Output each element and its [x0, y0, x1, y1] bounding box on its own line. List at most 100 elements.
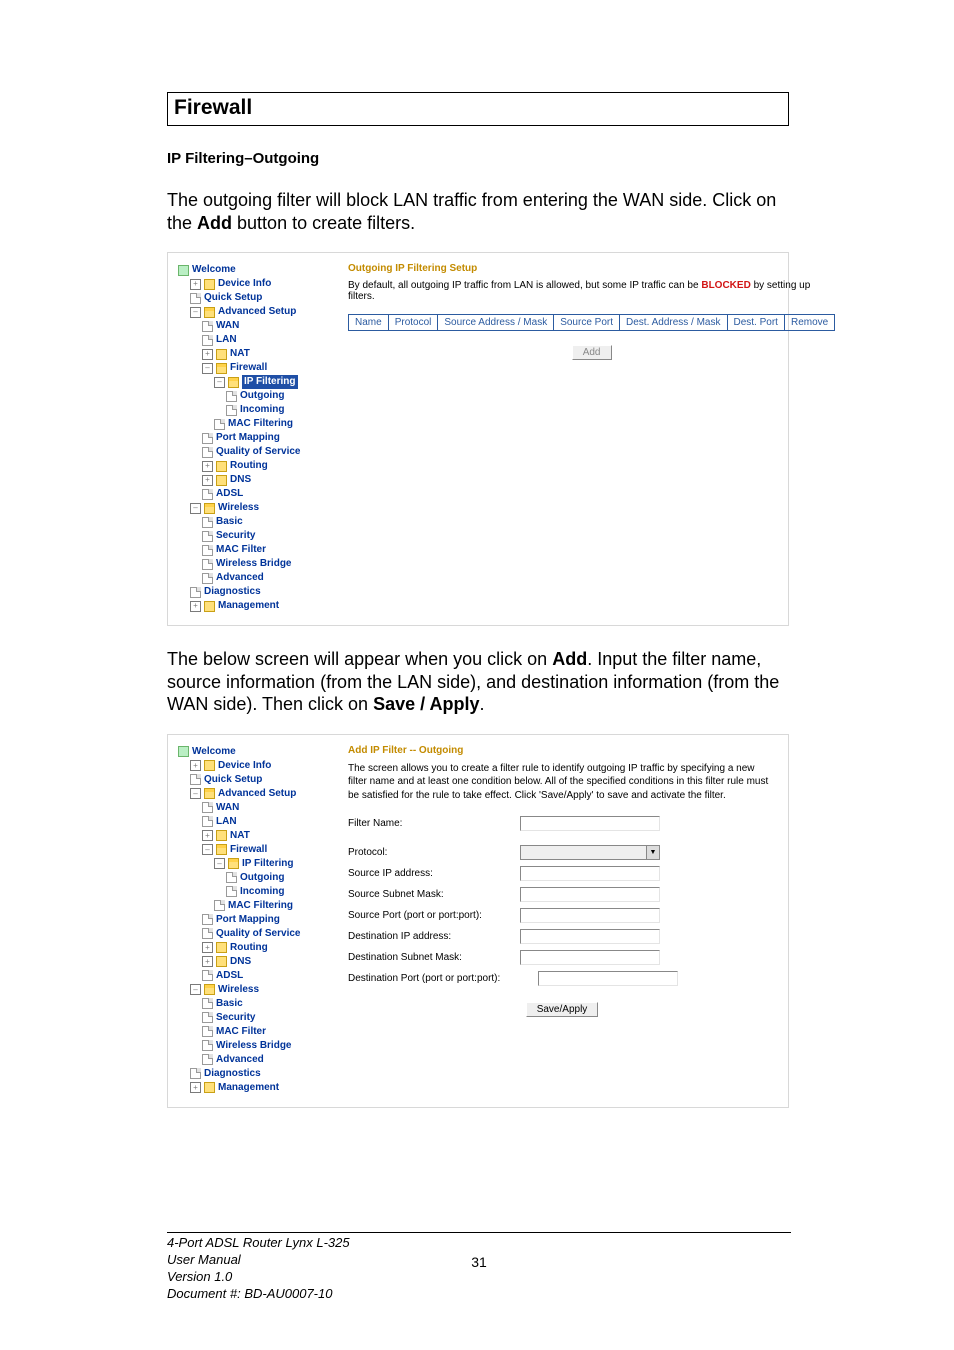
tree2-routing[interactable]: +Routing: [178, 941, 330, 955]
tree-advanced-setup[interactable]: –Advanced Setup: [178, 305, 330, 319]
tree-port-mapping[interactable]: Port Mapping: [178, 431, 330, 445]
save-apply-wrap: Save/Apply: [348, 1002, 776, 1017]
tree2-wan[interactable]: WAN: [178, 801, 330, 815]
expand-icon[interactable]: +: [202, 830, 213, 841]
tree2-wireless-bridge[interactable]: Wireless Bridge: [178, 1039, 330, 1053]
tree-wireless[interactable]: –Wireless: [178, 501, 330, 515]
input-src-ip[interactable]: [520, 866, 660, 881]
save-apply-button[interactable]: Save/Apply: [526, 1002, 599, 1017]
tree2-welcome[interactable]: Welcome: [178, 745, 330, 759]
lbl-lan: LAN: [216, 333, 237, 347]
input-filter-name[interactable]: [520, 816, 660, 831]
tree2-ip-filtering[interactable]: –IP Filtering: [178, 857, 330, 871]
collapse-icon[interactable]: –: [214, 377, 225, 388]
col-name: Name: [349, 315, 389, 331]
col-protocol: Protocol: [388, 315, 438, 331]
tree2-basic[interactable]: Basic: [178, 997, 330, 1011]
expand-icon[interactable]: +: [190, 279, 201, 290]
tree-security[interactable]: Security: [178, 529, 330, 543]
tree2-device-info[interactable]: + Device Info: [178, 759, 330, 773]
tree-ip-filtering[interactable]: –IP Filtering: [178, 375, 330, 389]
tree2-lan[interactable]: LAN: [178, 815, 330, 829]
input-dst-ip[interactable]: [520, 929, 660, 944]
tree2-nat[interactable]: +NAT: [178, 829, 330, 843]
tree-diagnostics[interactable]: Diagnostics: [178, 585, 330, 599]
expand-icon[interactable]: +: [190, 760, 201, 771]
lbl2-advanced-wireless: Advanced: [216, 1053, 264, 1067]
collapse-icon[interactable]: –: [190, 503, 201, 514]
tree-management[interactable]: +Management: [178, 599, 330, 613]
collapse-icon[interactable]: –: [190, 307, 201, 318]
input-dst-mask[interactable]: [520, 950, 660, 965]
tree2-management[interactable]: +Management: [178, 1081, 330, 1095]
tree-advanced-wireless[interactable]: Advanced: [178, 571, 330, 585]
tree2-outgoing[interactable]: Outgoing: [178, 871, 330, 885]
expand-icon[interactable]: +: [202, 349, 213, 360]
tree2-quick-setup[interactable]: Quick Setup: [178, 773, 330, 787]
lbl2-lan: LAN: [216, 815, 237, 829]
select-protocol[interactable]: ▼: [520, 845, 660, 860]
input-dst-port[interactable]: [538, 971, 678, 986]
tree2-firewall[interactable]: –Firewall: [178, 843, 330, 857]
lbl2-advanced-setup: Advanced Setup: [218, 787, 296, 801]
page-icon: [202, 321, 213, 332]
collapse-icon[interactable]: –: [202, 363, 213, 374]
tree-adsl[interactable]: ADSL: [178, 487, 330, 501]
tree-basic[interactable]: Basic: [178, 515, 330, 529]
expand-icon[interactable]: +: [202, 461, 213, 472]
tree-mac-filtering[interactable]: MAC Filtering: [178, 417, 330, 431]
add-button[interactable]: Add: [572, 345, 612, 360]
tree2-port-mapping[interactable]: Port Mapping: [178, 913, 330, 927]
collapse-icon[interactable]: –: [202, 844, 213, 855]
section-title: Firewall: [174, 96, 782, 120]
tree2-advanced-wireless[interactable]: Advanced: [178, 1053, 330, 1067]
para2-b-add: Add: [552, 649, 587, 669]
tree-mac-filter[interactable]: MAC Filter: [178, 543, 330, 557]
tree-wan[interactable]: WAN: [178, 319, 330, 333]
pane2-title: Add IP Filter -- Outgoing: [348, 745, 776, 756]
lbl-welcome: Welcome: [192, 263, 236, 277]
tree-outgoing[interactable]: Outgoing: [178, 389, 330, 403]
collapse-icon[interactable]: –: [190, 788, 201, 799]
expand-icon[interactable]: +: [190, 1082, 201, 1093]
collapse-icon[interactable]: –: [214, 858, 225, 869]
tree-routing[interactable]: +Routing: [178, 459, 330, 473]
tree-welcome[interactable]: Welcome: [178, 263, 330, 277]
tree2-qos[interactable]: Quality of Service: [178, 927, 330, 941]
tree-dns[interactable]: + DNS: [178, 473, 330, 487]
tree2-security[interactable]: Security: [178, 1011, 330, 1025]
lbl-dns: DNS: [230, 473, 251, 487]
tree-incoming[interactable]: Incoming: [178, 403, 330, 417]
tree2-mac-filtering[interactable]: MAC Filtering: [178, 899, 330, 913]
collapse-icon[interactable]: –: [190, 984, 201, 995]
lbl2-wireless: Wireless: [218, 983, 259, 997]
root-icon: [178, 746, 189, 757]
expand-icon[interactable]: +: [202, 942, 213, 953]
row-src-ip: Source IP address:: [348, 866, 776, 881]
input-src-port[interactable]: [520, 908, 660, 923]
input-src-mask[interactable]: [520, 887, 660, 902]
lbl-port-mapping: Port Mapping: [216, 431, 280, 445]
tree-wireless-bridge[interactable]: Wireless Bridge: [178, 557, 330, 571]
tree2-diagnostics[interactable]: Diagnostics: [178, 1067, 330, 1081]
tree-qos[interactable]: Quality of Service: [178, 445, 330, 459]
expand-icon[interactable]: +: [190, 601, 201, 612]
page-icon: [202, 559, 213, 570]
lbl2-device-info: Device Info: [218, 759, 271, 773]
tree-nat[interactable]: +NAT: [178, 347, 330, 361]
tree-firewall[interactable]: –Firewall: [178, 361, 330, 375]
page-icon: [202, 1040, 213, 1051]
tree-lan[interactable]: LAN: [178, 333, 330, 347]
tree-device-info[interactable]: +Device Info: [178, 277, 330, 291]
tree2-dns[interactable]: +DNS: [178, 955, 330, 969]
tree2-advanced-setup[interactable]: – Advanced Setup: [178, 787, 330, 801]
tree2-wireless[interactable]: – Wireless: [178, 983, 330, 997]
footer-line1: 4-Port ADSL Router Lynx L-325: [167, 1235, 791, 1252]
expand-icon[interactable]: +: [202, 956, 213, 967]
tree2-incoming[interactable]: Incoming: [178, 885, 330, 899]
tree2-adsl[interactable]: ADSL: [178, 969, 330, 983]
expand-icon[interactable]: +: [202, 475, 213, 486]
tree-quick-setup[interactable]: Quick Setup: [178, 291, 330, 305]
row-filter-name: Filter Name:: [348, 816, 776, 831]
tree2-mac-filter[interactable]: MAC Filter: [178, 1025, 330, 1039]
